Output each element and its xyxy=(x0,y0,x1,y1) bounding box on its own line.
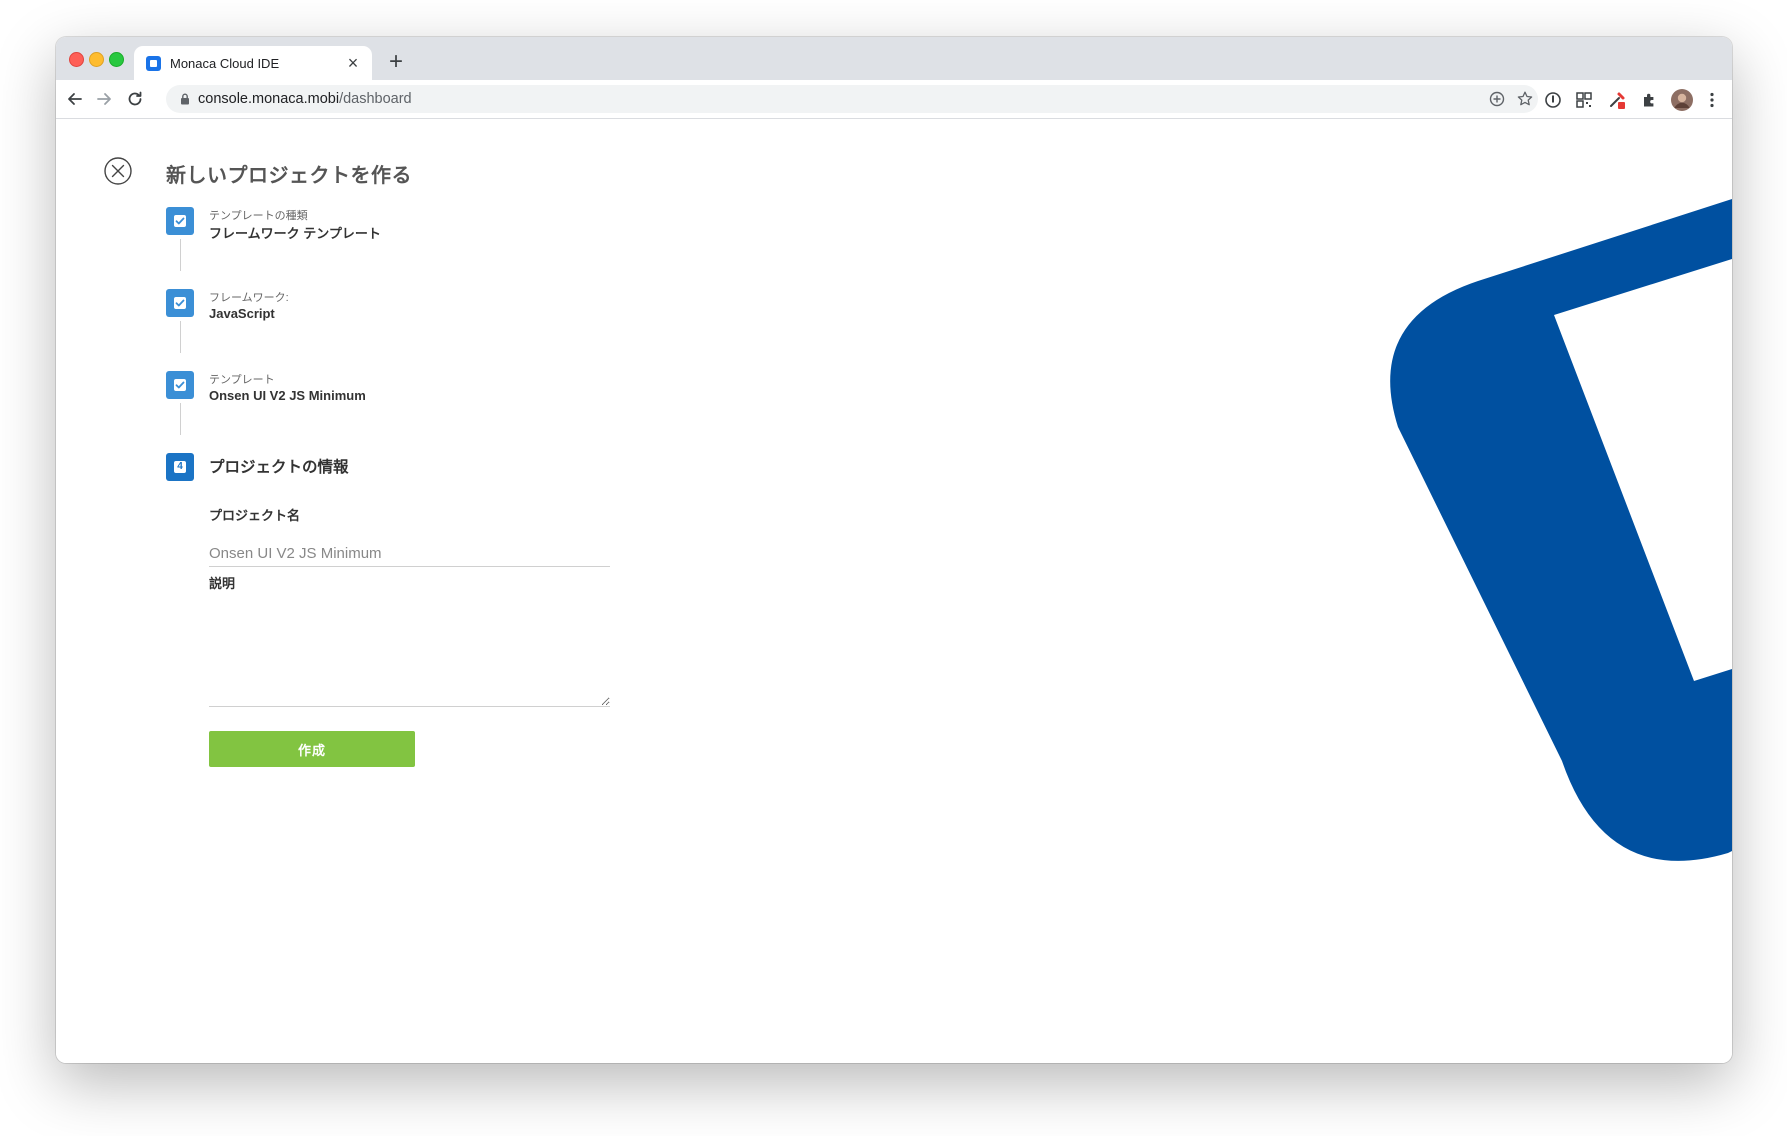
lock-icon xyxy=(181,93,189,105)
window-minimize-button[interactable] xyxy=(89,52,104,67)
extensions-puzzle-icon[interactable] xyxy=(1639,90,1659,110)
step-3-check-icon xyxy=(166,371,194,399)
back-button[interactable] xyxy=(62,86,88,112)
step-4-number-icon: 4 xyxy=(166,453,194,481)
add-to-home-icon[interactable] xyxy=(1488,90,1506,108)
tab-close-icon[interactable]: × xyxy=(343,53,363,73)
eyedropper-extension-icon[interactable] xyxy=(1607,90,1627,110)
step-connector xyxy=(180,403,181,435)
step-1-value: フレームワーク テンプレート xyxy=(209,226,381,241)
description-label: 説明 xyxy=(209,576,236,591)
step-2-check-icon xyxy=(166,289,194,317)
page-title: 新しいプロジェクトを作る xyxy=(166,165,412,187)
checkmark-icon xyxy=(175,217,185,225)
address-bar[interactable]: console.monaca.mobi/dashboard xyxy=(166,85,1538,113)
page-content: 新しいプロジェクトを作る テンプレートの種類 フレームワーク テンプレート フレ… xyxy=(56,119,1732,1063)
step-2-value: JavaScript xyxy=(209,306,275,321)
new-tab-button[interactable]: + xyxy=(384,50,408,75)
step-4-heading: プロジェクトの情報 xyxy=(209,459,349,476)
profile-avatar[interactable] xyxy=(1670,88,1694,112)
url-text: console.monaca.mobi/dashboard xyxy=(198,91,412,107)
step-2-label: フレームワーク: xyxy=(209,292,289,304)
monaca-favicon-icon xyxy=(146,56,161,71)
step-connector xyxy=(180,239,181,271)
tab-monaca[interactable]: Monaca Cloud IDE × xyxy=(134,46,372,80)
checkmark-icon xyxy=(175,381,185,389)
window-close-button[interactable] xyxy=(69,52,84,67)
browser-toolbar: console.monaca.mobi/dashboard xyxy=(56,80,1732,119)
forward-button[interactable] xyxy=(91,86,117,112)
back-icon xyxy=(68,93,82,105)
qr-code-icon[interactable] xyxy=(1574,90,1594,110)
reload-icon xyxy=(128,91,142,106)
url-host: console.monaca.mobi xyxy=(198,91,340,107)
step-3-value: Onsen UI V2 JS Minimum xyxy=(209,388,366,403)
browser-window: Monaca Cloud IDE × + console.monaca.mobi… xyxy=(56,37,1732,1063)
step-4-number: 4 xyxy=(174,461,186,473)
step-1-check-icon xyxy=(166,207,194,235)
tab-title: Monaca Cloud IDE xyxy=(170,56,280,71)
description-textarea[interactable] xyxy=(209,608,610,707)
close-dialog-icon[interactable] xyxy=(104,157,132,185)
checkmark-icon xyxy=(175,299,185,307)
kebab-menu-icon[interactable] xyxy=(1702,90,1722,110)
step-connector xyxy=(180,321,181,353)
url-path: /dashboard xyxy=(339,91,412,107)
password-icon[interactable] xyxy=(1543,90,1563,110)
project-name-label: プロジェクト名 xyxy=(209,508,301,523)
step-1-label: テンプレートの種類 xyxy=(209,210,308,222)
monaca-logo-decoration xyxy=(1390,199,1732,861)
forward-icon xyxy=(97,93,111,105)
window-zoom-button[interactable] xyxy=(109,52,124,67)
step-3-label: テンプレート xyxy=(209,374,275,386)
bookmark-star-icon[interactable] xyxy=(1516,90,1534,108)
reload-button[interactable] xyxy=(122,86,148,112)
create-button[interactable]: 作成 xyxy=(209,731,415,767)
project-name-input[interactable] xyxy=(209,540,610,567)
tab-strip: Monaca Cloud IDE × + xyxy=(56,37,1732,80)
